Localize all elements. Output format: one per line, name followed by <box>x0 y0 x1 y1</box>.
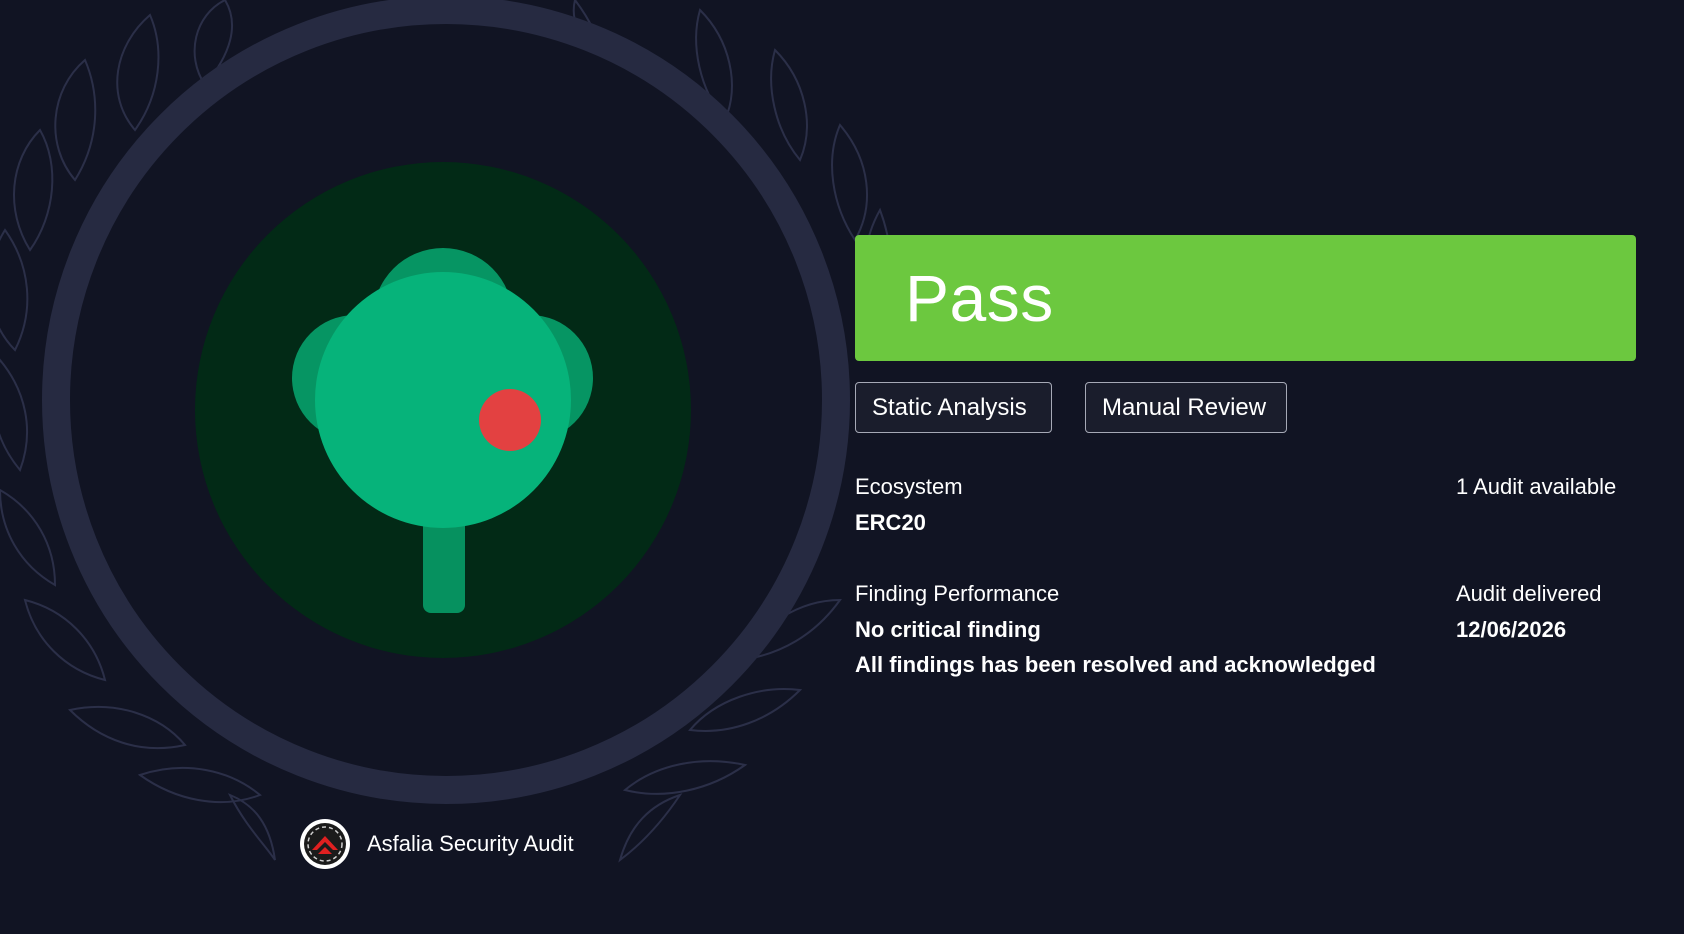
ecosystem-label: Ecosystem <box>855 474 963 499</box>
finding-performance-label: Finding Performance <box>855 581 1060 606</box>
red-marker-icon <box>479 389 541 451</box>
ecosystem-value: ERC20 <box>855 510 926 535</box>
audit-delivered-date: 12/06/2026 <box>1456 617 1567 642</box>
badge <box>42 0 850 804</box>
finding-performance-line2: All findings has been resolved and ackno… <box>855 652 1376 677</box>
tag-static-analysis: Static Analysis <box>855 382 1052 433</box>
asfalia-logo-icon <box>300 819 350 869</box>
finding-performance-line1: No critical finding <box>855 617 1041 642</box>
audit-count: 1 Audit available <box>1456 474 1617 499</box>
brand-name: Asfalia Security Audit <box>367 831 574 856</box>
tag-manual-review: Manual Review <box>1085 382 1287 433</box>
audit-delivered-label: Audit delivered <box>1456 581 1602 606</box>
audit-card: Pass Static Analysis Manual Review Ecosy… <box>0 0 1684 934</box>
brand: Asfalia Security Audit <box>298 817 574 871</box>
status-banner: Pass <box>855 235 1636 361</box>
status-label: Pass <box>905 261 1054 335</box>
